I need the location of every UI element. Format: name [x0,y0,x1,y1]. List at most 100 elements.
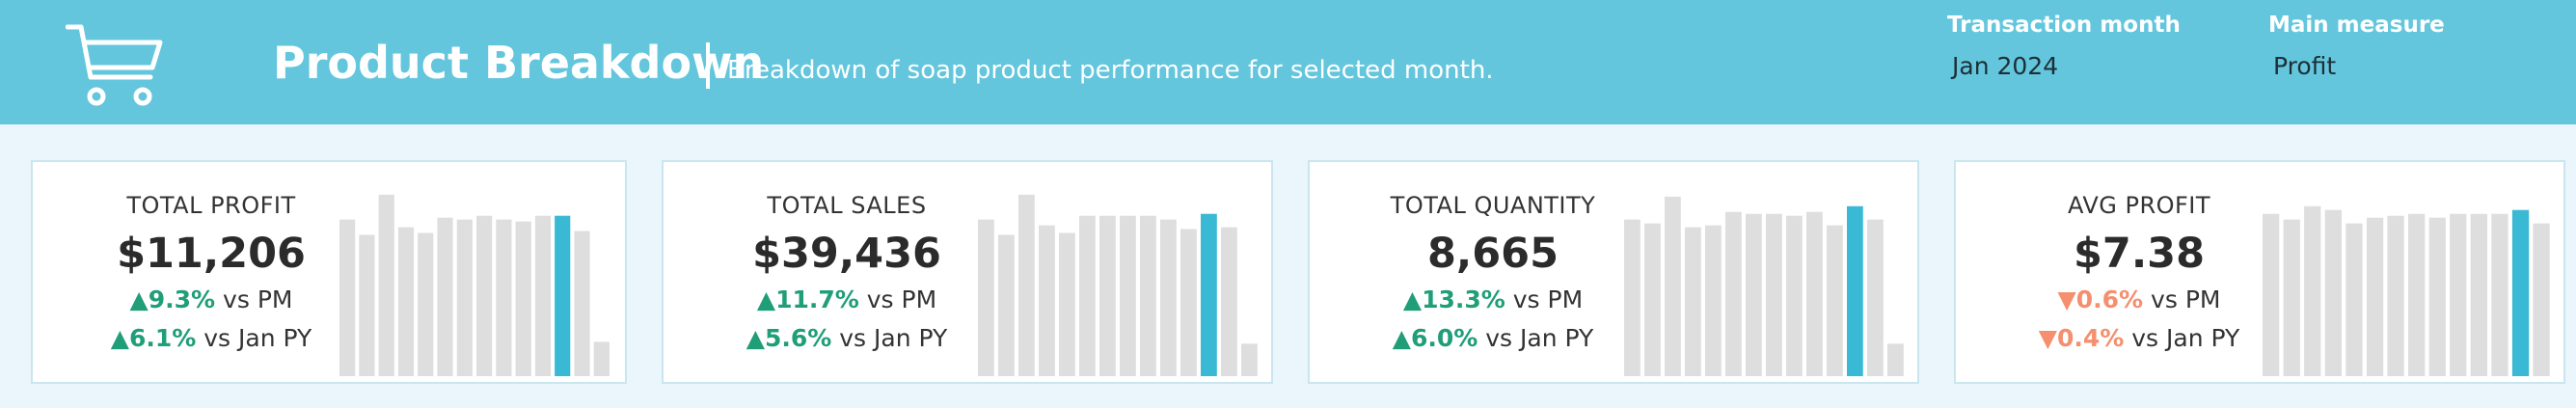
sparkline-bar[interactable] [1705,225,1722,376]
change-arrow: ▲ [110,324,129,352]
sparkline-bar[interactable] [437,217,453,376]
change-percent: 0.6% [2075,286,2144,313]
kpi-vs-pm: ▲9.3% vs PM [67,284,356,316]
sparkline-bar[interactable] [2408,213,2426,376]
sparkline-bar[interactable] [2450,213,2467,376]
sparkline-bar[interactable] [1160,219,1177,376]
sparkline-bar[interactable] [1806,211,1823,376]
sparkline-bar[interactable] [1665,196,1681,376]
sparkline-bar[interactable] [397,227,415,376]
sparkline-bar[interactable] [593,341,610,376]
sparkline-bar[interactable] [1766,213,1782,376]
sparkline-bar[interactable] [574,231,590,377]
main-measure-label: Main measure [2268,13,2445,38]
page-subtitle: Breakdown of soap product performance fo… [727,56,1494,85]
sparkline-bar[interactable] [1867,219,1884,376]
kpi-vs-py: ▲5.6% vs Jan PY [702,322,991,355]
sparkline-bar[interactable] [2346,223,2363,376]
sparkline-bar[interactable] [2470,213,2487,376]
sparkline-bar[interactable] [1059,232,1075,377]
change-percent: 6.0% [1410,324,1478,352]
change-arrow: ▼ [2057,286,2076,313]
sparkline-bar[interactable] [1079,215,1096,376]
kpi-block: TOTAL PROFIT $11,206 ▲9.3% vs PM ▲6.1% v… [67,162,356,382]
sparkline-bar[interactable] [1180,229,1197,377]
sparkline-bar[interactable] [496,219,512,376]
kpi-value: 8,665 [1426,230,1559,278]
transaction-month-label: Transaction month [1947,13,2181,38]
sparkline-bar[interactable] [515,221,531,376]
kpi-vs-py: ▲6.1% vs Jan PY [67,322,356,355]
main-measure-dropdown[interactable]: Profit [2273,50,2336,83]
sparkline-bar-selected[interactable] [555,215,571,376]
sparkline-bar[interactable] [1140,215,1156,376]
sparkline-bar[interactable] [456,219,473,376]
sparkline-bar[interactable] [2263,213,2280,376]
sparkline-bar[interactable] [2304,205,2321,376]
sparkline-bar[interactable] [1018,194,1035,376]
kpi-block: AVG PROFIT $7.38 ▼0.6% vs PM ▼0.4% vs Ja… [1994,162,2284,382]
shopping-cart-icon [66,24,163,106]
sparkline-bar[interactable] [1099,215,1116,376]
sparkline-bar[interactable] [1827,225,1843,376]
sparkline-bar[interactable] [1624,219,1641,376]
change-text: vs PM [1505,286,1584,313]
sparkline-bar[interactable] [378,194,394,376]
kpi-vs-py: ▲6.0% vs Jan PY [1348,322,1638,355]
title-divider [706,42,710,89]
kpi-vs-pm: ▲11.7% vs PM [702,284,991,316]
sparkline-bar[interactable] [2387,215,2404,376]
page-title: Product Breakdown [273,37,765,89]
sparkline-bar[interactable] [978,219,994,376]
kpi-vs-pm: ▼0.6% vs PM [1994,284,2284,316]
change-percent: 5.6% [764,324,832,352]
transaction-month-dropdown[interactable]: Jan 2024 [1952,50,2058,83]
kpi-label: TOTAL QUANTITY [1390,192,1596,219]
change-percent: 13.3% [1422,286,1505,313]
sparkline-bar[interactable] [1725,211,1742,376]
sparkline-bar[interactable] [1685,227,1701,376]
kpi-value: $39,436 [752,230,941,278]
change-percent: 6.1% [128,324,197,352]
sparkline-bar[interactable] [998,234,1015,377]
sparkline-bar-selected[interactable] [1201,213,1217,376]
sparkline-bar[interactable] [1887,343,1904,376]
kpi-card-total-quantity: TOTAL QUANTITY 8,665 ▲13.3% vs PM ▲6.0% … [1308,160,1919,384]
sparkline-bar[interactable] [1241,343,1258,376]
sparkline-bar[interactable] [2283,219,2300,376]
sparkline-bar[interactable] [2428,217,2446,376]
sparkline-bar[interactable] [1039,225,1055,376]
sparkline-bar[interactable] [1644,223,1661,376]
sparkline-bar[interactable] [476,215,493,376]
change-text: vs Jan PY [1478,324,1594,352]
change-text: vs Jan PY [2124,324,2240,352]
change-text: vs PM [858,286,937,313]
sparkline-bar[interactable] [2366,217,2384,376]
sparkline-bar[interactable] [1221,227,1237,376]
sparkline-bar[interactable] [1120,215,1136,376]
kpi-label: AVG PROFIT [2067,192,2211,219]
kpi-card-total-profit: TOTAL PROFIT $11,206 ▲9.3% vs PM ▲6.1% v… [31,160,627,384]
sparkline-bar-selected[interactable] [1847,205,1863,376]
sparkline-bar[interactable] [534,215,552,376]
sparkline-bar[interactable] [2533,223,2550,376]
change-arrow: ▲ [1402,286,1423,313]
sparkline-bar[interactable] [1746,213,1762,376]
sparkline-bar-selected[interactable] [2511,209,2530,376]
sparkline-bar[interactable] [418,232,434,377]
sparkline-bar[interactable] [2324,209,2342,376]
kpi-block: TOTAL QUANTITY 8,665 ▲13.3% vs PM ▲6.0% … [1348,162,1638,382]
sparkline-bar[interactable] [359,234,375,377]
change-percent: 0.4% [2056,324,2125,352]
sparkline-bar-chart [1624,196,1904,376]
change-percent: 11.7% [775,286,859,313]
kpi-card-total-sales: TOTAL SALES $39,436 ▲11.7% vs PM ▲5.6% v… [662,160,1273,384]
change-arrow: ▲ [1392,324,1411,352]
kpi-block: TOTAL SALES $39,436 ▲11.7% vs PM ▲5.6% v… [702,162,991,382]
sparkline-bar[interactable] [1786,215,1803,376]
sparkline-bar[interactable] [339,219,356,376]
sparkline-bar-chart [978,194,1258,377]
change-text: vs Jan PY [831,324,948,352]
change-text: vs PM [215,286,293,313]
sparkline-bar[interactable] [2491,213,2508,376]
